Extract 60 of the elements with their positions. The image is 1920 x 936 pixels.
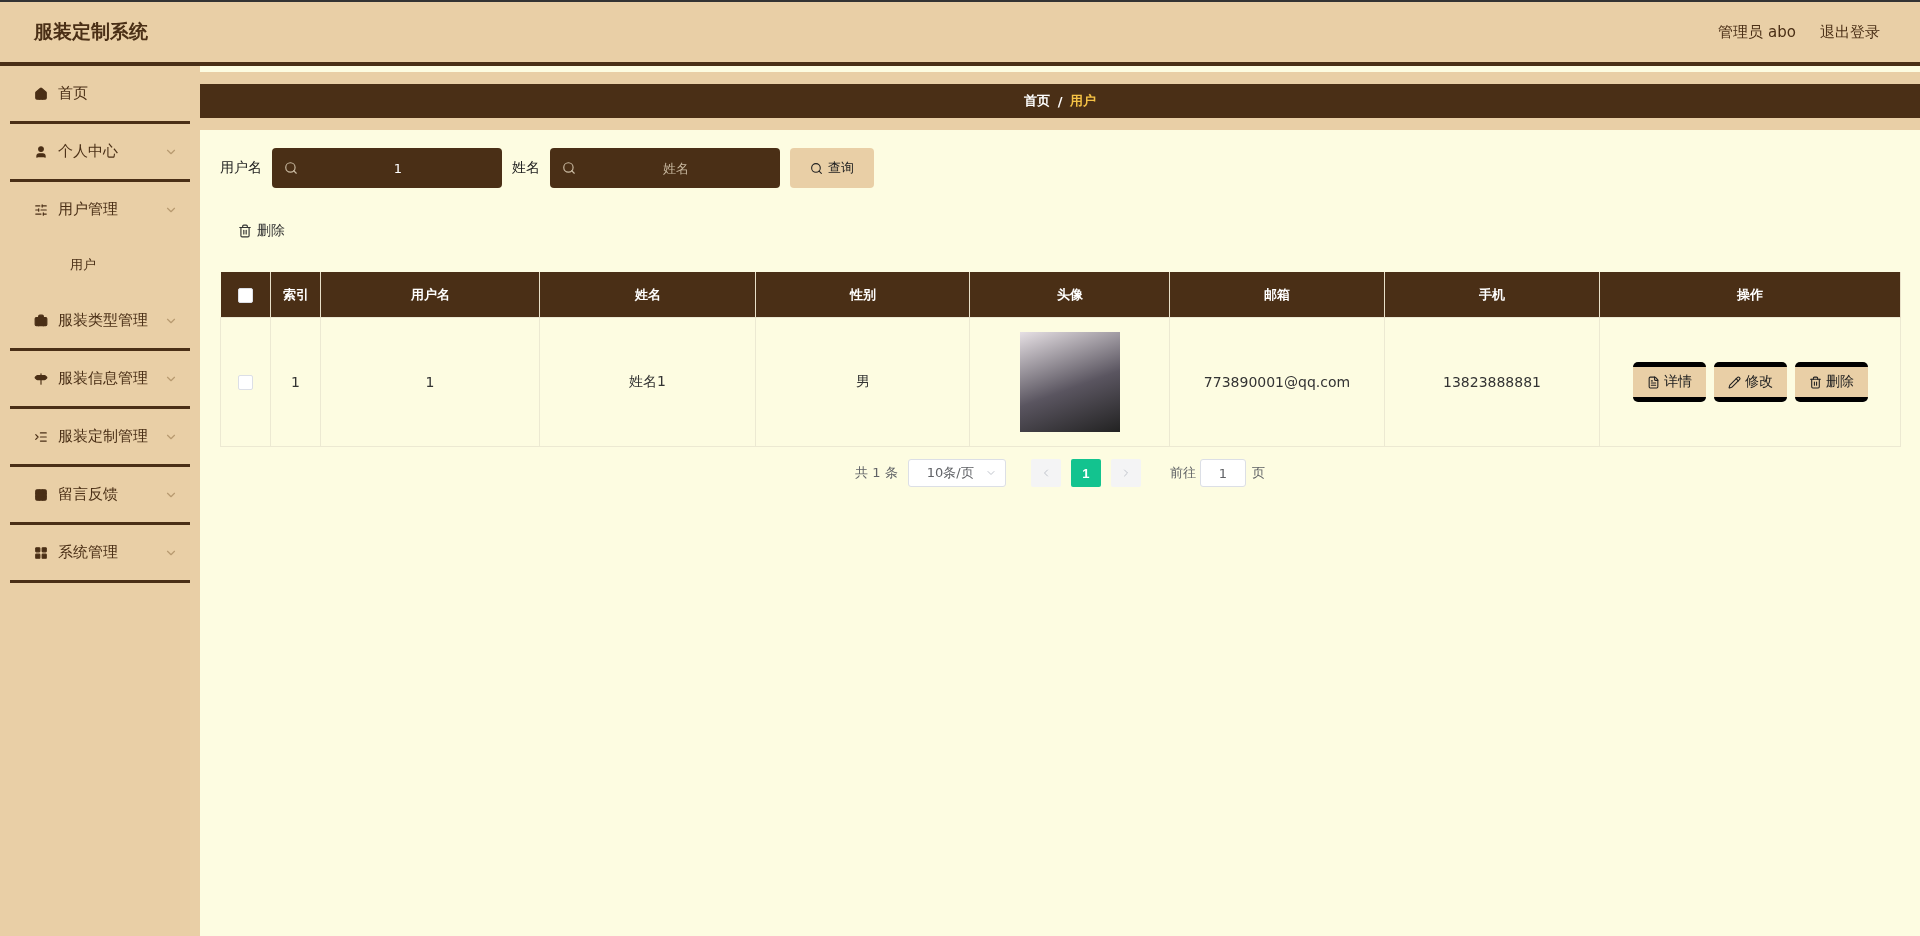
menu-item[interactable]: 首页 [10,66,190,124]
prev-page-button[interactable] [1030,459,1061,487]
column-header: 性别 [755,272,970,318]
search-icon [810,161,823,175]
page-unit: 页 [1251,464,1265,482]
table-cell: 1 [320,317,540,447]
search-field[interactable]: 姓名 [550,148,780,188]
app-title: 服装定制系统 [34,19,148,44]
column-header: 索引 [270,272,321,318]
column-header: 姓名 [539,272,756,318]
detail-button[interactable]: 详情 [1632,362,1706,402]
menu-item[interactable]: 服装定制管理 [10,409,190,467]
column-header: 邮箱 [1169,272,1385,318]
checkbox[interactable] [237,287,253,303]
home-icon [34,86,48,101]
delete-button[interactable]: 删除 [1794,362,1868,402]
table-cell: 13823888881 [1384,317,1600,447]
table-cell: 男 [755,317,970,447]
delete-button[interactable]: 删除 [238,222,285,240]
menu-item[interactable]: 留言反馈 [10,467,190,525]
search-icon [284,161,298,175]
total-count: 共 1 条 [855,464,898,482]
goto-label: 前往 [1169,464,1196,482]
briefcase-icon [34,313,48,328]
list-icon [34,429,48,444]
next-page-button[interactable] [1110,459,1141,487]
document-icon [1646,375,1660,389]
table-cell: 姓名1 [539,317,756,447]
breadcrumb-separator: / [1057,93,1063,109]
sliders-icon [34,202,48,217]
field-label: 用户名 [220,159,262,177]
column-header: 手机 [1384,272,1600,318]
pencil-icon [1727,375,1741,389]
menu-item[interactable]: 服装信息管理 [10,351,190,409]
column-header: 用户名 [320,272,540,318]
submenu-item[interactable]: 用户 [10,240,190,290]
trash-icon [238,224,252,238]
column-header: 头像 [969,272,1170,318]
field-label: 姓名 [512,159,540,177]
table-cell: 1 [270,317,321,447]
user-label: 管理员 abo [1718,22,1796,42]
menu-item[interactable]: 用户管理 [10,182,190,240]
search-icon [562,161,576,175]
edit-button[interactable]: 修改 [1713,362,1787,402]
breadcrumb-current: 用户 [1070,92,1097,110]
table-cell: 773890001@qq.com [1169,317,1385,447]
query-button[interactable]: 查询 [790,148,874,188]
signpost-icon [34,371,48,386]
breadcrumb-link[interactable]: 首页 [1023,92,1050,110]
menu-item[interactable]: 个人中心 [10,124,190,182]
page-size-select[interactable]: 10条/页 [907,459,1006,487]
logout-link[interactable]: 退出登录 [1820,22,1880,42]
menu-item[interactable]: 系统管理 [10,525,190,583]
search-field[interactable]: 1 [272,148,502,188]
column-header: 操作 [1599,272,1901,318]
checkbox[interactable] [238,375,253,391]
page-input[interactable]: 1 [1199,459,1246,487]
user-icon [34,144,48,159]
trash-icon [1808,375,1822,389]
menu-item[interactable]: 服装类型管理 [10,293,190,351]
